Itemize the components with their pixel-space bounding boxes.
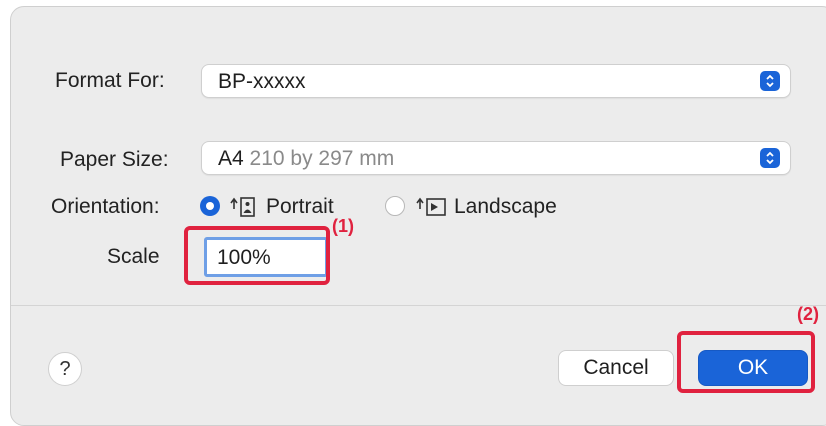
format-for-value: BP-xxxxx: [218, 70, 306, 93]
paper-size-label: Paper Size:: [60, 148, 169, 171]
orientation-label: Orientation:: [51, 195, 160, 218]
orientation-portrait-radio[interactable]: [200, 196, 220, 216]
portrait-label[interactable]: Portrait: [266, 195, 334, 219]
paper-size-name: A4: [218, 147, 244, 170]
popup-stepper-icon: [760, 148, 780, 168]
paper-size-value: A4 210 by 297 mm: [218, 147, 394, 171]
ok-callout-number: (2): [797, 304, 819, 324]
portrait-orientation-icon: [230, 197, 255, 217]
format-for-popup[interactable]: BP-xxxxx: [201, 64, 791, 98]
scale-callout-box: [184, 226, 330, 285]
help-button[interactable]: ?: [48, 352, 82, 386]
cancel-button[interactable]: Cancel: [558, 350, 674, 386]
divider: [11, 305, 826, 306]
popup-stepper-icon: [760, 71, 780, 91]
landscape-orientation-icon: [416, 197, 446, 216]
orientation-landscape-radio[interactable]: [385, 196, 405, 216]
scale-label: Scale: [107, 245, 160, 268]
paper-size-popup[interactable]: A4 210 by 297 mm: [201, 141, 791, 175]
landscape-label[interactable]: Landscape: [454, 195, 557, 219]
format-for-label: Format For:: [55, 69, 165, 92]
scale-callout-number: (1): [332, 216, 354, 236]
paper-size-detail: 210 by 297 mm: [249, 147, 395, 170]
ok-callout-box: [677, 331, 815, 393]
